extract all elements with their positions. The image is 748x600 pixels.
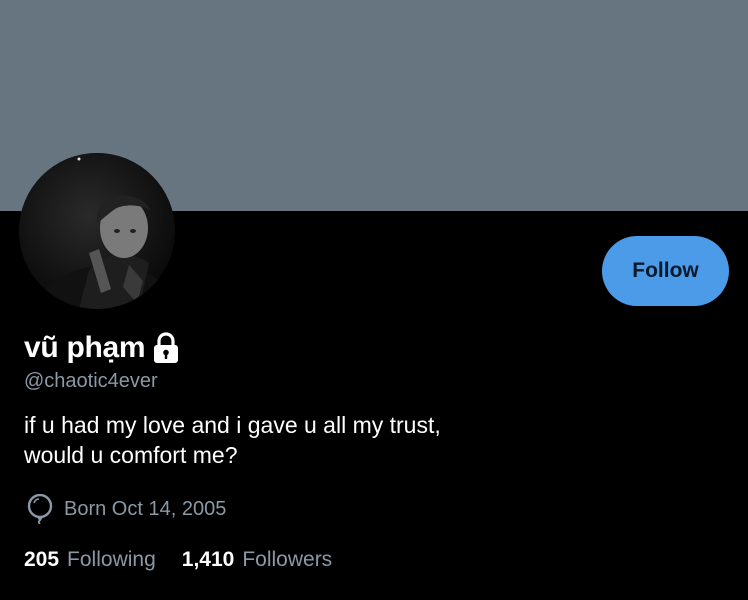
- birth-date: Born Oct 14, 2005: [26, 493, 226, 525]
- bio: if u had my love and i gave u all my tru…: [24, 410, 441, 470]
- avatar[interactable]: [19, 153, 175, 309]
- avatar-photo: [19, 153, 175, 309]
- birth-text: Born Oct 14, 2005: [64, 497, 227, 520]
- follow-button[interactable]: Follow: [602, 236, 729, 306]
- followers-link[interactable]: 1,410 Followers: [182, 548, 332, 572]
- bio-line: would u comfort me?: [24, 442, 238, 468]
- name-row: vũ phạm: [24, 328, 181, 368]
- bio-line: if u had my love and i gave u all my tru…: [24, 412, 441, 438]
- handle: @chaotic4ever: [24, 370, 158, 392]
- balloon-icon: [26, 493, 54, 525]
- lock-icon: [151, 331, 181, 365]
- stats-row: 205 Following 1,410 Followers: [24, 548, 332, 572]
- following-count: 205: [24, 548, 60, 571]
- display-name: vũ phạm: [24, 331, 146, 364]
- followers-count: 1,410: [181, 548, 235, 571]
- following-link[interactable]: 205 Following: [24, 548, 156, 572]
- followers-label: Followers: [242, 548, 333, 571]
- following-label: Following: [67, 548, 156, 571]
